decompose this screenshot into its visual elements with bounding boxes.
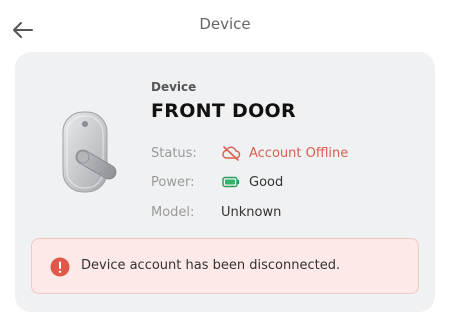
power-value: Good — [249, 174, 284, 190]
cloud-offline-icon — [221, 145, 243, 161]
battery-icon — [221, 174, 243, 190]
alert-message: Device account has been disconnected. — [81, 258, 341, 273]
model-row: Model: Unknown — [151, 202, 281, 222]
error-icon — [50, 257, 70, 277]
device-label: Device — [151, 80, 197, 94]
page-title: Device — [199, 15, 251, 33]
device-name: FRONT DOOR — [151, 100, 296, 122]
smart-lock-image — [62, 111, 117, 193]
top-bar: Device — [0, 0, 450, 48]
error-alert: Device account has been disconnected. — [31, 238, 419, 294]
status-row: Status: Account Offline — [151, 143, 348, 163]
status-value: Account Offline — [249, 145, 349, 161]
status-label: Status: — [151, 145, 197, 161]
device-card: Device FRONT DOOR Status: Account Offlin… — [15, 52, 435, 312]
model-label: Model: — [151, 204, 195, 220]
model-value: Unknown — [221, 204, 282, 220]
power-row: Power: Good — [151, 172, 283, 192]
power-label: Power: — [151, 174, 195, 190]
